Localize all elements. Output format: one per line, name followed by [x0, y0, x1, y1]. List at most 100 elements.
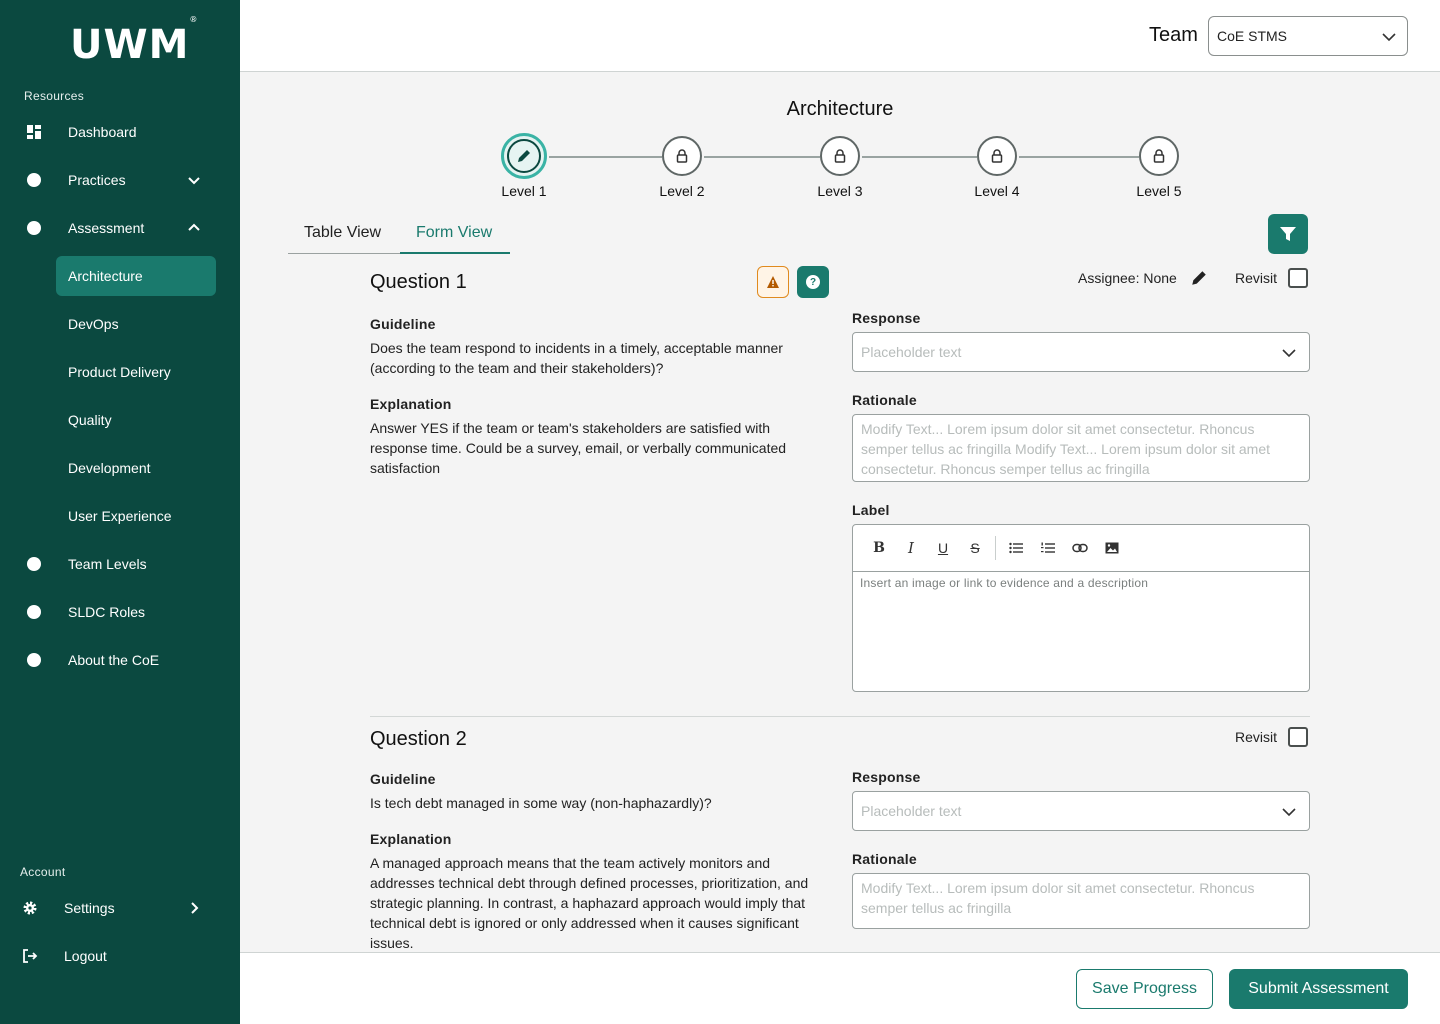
lock-icon	[676, 149, 688, 163]
chevron-down-icon	[188, 177, 200, 185]
active-tab-indicator	[400, 252, 510, 254]
strikethrough-icon[interactable]: S	[959, 536, 991, 560]
response-select[interactable]: Placeholder text	[852, 332, 1310, 372]
question-1-title: Question 1	[370, 271, 467, 293]
question-divider	[370, 716, 1310, 717]
level-label: Level 5	[1136, 183, 1182, 199]
rationale-label: Rationale	[852, 851, 917, 867]
dashboard-icon	[24, 122, 44, 142]
level-label: Level 3	[817, 183, 863, 199]
warning-button[interactable]	[757, 266, 789, 298]
sidebar-item-label: About the CoE	[68, 652, 160, 668]
chevron-right-icon	[191, 902, 199, 914]
response-placeholder: Placeholder text	[861, 344, 962, 360]
revisit-label: Revisit	[1235, 270, 1278, 286]
sidebar-item-label: Dashboard	[68, 124, 137, 140]
level-1-step[interactable]	[501, 133, 547, 179]
level-4-step[interactable]	[977, 136, 1017, 176]
help-icon: ?	[806, 275, 820, 289]
team-select-value: CoE STMS	[1217, 28, 1288, 44]
italic-icon[interactable]: I	[895, 536, 927, 560]
explanation-label: Explanation	[370, 831, 452, 847]
image-icon[interactable]	[1096, 536, 1128, 560]
guideline-label: Guideline	[370, 316, 436, 332]
sidebar-item-label: Logout	[64, 948, 107, 964]
filter-icon	[1280, 227, 1296, 241]
explanation-label: Explanation	[370, 396, 452, 412]
sidebar-item-logout[interactable]: Logout	[20, 936, 212, 976]
rationale-textarea[interactable]: Modify Text... Lorem ipsum dolor sit ame…	[852, 873, 1310, 929]
guideline-label: Guideline	[370, 771, 436, 787]
sidebar-subitem-user-experience[interactable]: User Experience	[56, 496, 216, 536]
sidebar-item-dashboard[interactable]: Dashboard	[24, 112, 216, 152]
action-footer: Save Progress Submit Assessment	[240, 952, 1440, 1024]
pencil-icon	[518, 150, 530, 162]
sidebar-item-label: Settings	[64, 900, 115, 916]
logout-icon	[20, 946, 40, 966]
label-field-label: Label	[852, 502, 890, 518]
explanation-text: A managed approach means that the team a…	[370, 855, 809, 951]
save-progress-button[interactable]: Save Progress	[1076, 969, 1213, 1009]
dot-icon	[24, 170, 44, 190]
explanation-text: Answer YES if the team or team's stakeho…	[370, 420, 787, 476]
guideline-text: Is tech debt managed in some way (non-ha…	[370, 795, 712, 811]
revisit-checkbox[interactable]	[1288, 727, 1308, 747]
page-title: Architecture	[786, 98, 894, 120]
bullet-list-icon[interactable]	[1000, 536, 1032, 560]
team-label: Team	[1149, 24, 1198, 46]
rich-text-editor: B I U S Insert an image or link to evide…	[852, 524, 1310, 692]
link-icon[interactable]	[1064, 536, 1096, 560]
tab-table-view[interactable]: Table View	[304, 224, 381, 242]
sidebar-item-assessment[interactable]: Assessment	[24, 208, 216, 248]
guideline-text: Does the team respond to incidents in a …	[370, 340, 783, 376]
chevron-down-icon	[1282, 808, 1296, 817]
tab-form-view[interactable]: Form View	[416, 224, 492, 242]
account-section-label: Account	[20, 865, 66, 879]
sidebar-subitem-development[interactable]: Development	[56, 448, 216, 488]
editor-toolbar: B I U S	[853, 525, 1309, 572]
chevron-down-icon	[1382, 33, 1396, 42]
rationale-textarea[interactable]: Modify Text... Lorem ipsum dolor sit ame…	[852, 414, 1310, 482]
help-button[interactable]: ?	[797, 266, 829, 298]
sidebar-item-team-levels[interactable]: Team Levels	[24, 544, 216, 584]
view-tabs: Table View Form View	[288, 214, 510, 254]
level-label: Level 4	[974, 183, 1020, 199]
sidebar-item-about[interactable]: About the CoE	[24, 640, 216, 680]
editor-placeholder[interactable]: Insert an image or link to evidence and …	[853, 572, 1309, 594]
underline-icon[interactable]: U	[927, 536, 959, 560]
lock-icon	[991, 149, 1003, 163]
numbered-list-icon[interactable]	[1032, 536, 1064, 560]
sidebar-item-practices[interactable]: Practices	[24, 160, 216, 200]
level-5-step[interactable]	[1139, 136, 1179, 176]
sidebar-subitem-product-delivery[interactable]: Product Delivery	[56, 352, 216, 392]
uwm-logo[interactable]: UWM®	[70, 15, 198, 68]
team-select[interactable]: CoE STMS	[1208, 16, 1408, 56]
gear-icon	[20, 898, 40, 918]
top-header: Team CoE STMS	[240, 0, 1440, 72]
warning-icon	[767, 276, 779, 288]
bold-icon[interactable]: B	[863, 536, 895, 560]
filter-button[interactable]	[1268, 214, 1308, 254]
toolbar-divider	[995, 536, 996, 560]
level-2-step[interactable]	[662, 136, 702, 176]
revisit-checkbox[interactable]	[1288, 268, 1308, 288]
sidebar: UWM® Resources Dashboard Practices Asses…	[0, 0, 240, 1024]
dot-icon	[24, 602, 44, 622]
revisit-label: Revisit	[1235, 729, 1278, 745]
response-placeholder: Placeholder text	[861, 803, 962, 819]
sidebar-item-label: Practices	[68, 172, 126, 188]
lock-icon	[1153, 149, 1165, 163]
edit-assignee-icon[interactable]	[1190, 269, 1208, 287]
level-3-step[interactable]	[820, 136, 860, 176]
chevron-down-icon	[1282, 349, 1296, 358]
response-label: Response	[852, 769, 921, 785]
sidebar-item-sldc-roles[interactable]: SLDC Roles	[24, 592, 216, 632]
response-select[interactable]: Placeholder text	[852, 791, 1310, 831]
assignee-text: Assignee: None	[1078, 270, 1177, 286]
sidebar-subitem-architecture[interactable]: Architecture	[56, 256, 216, 296]
submit-assessment-button[interactable]: Submit Assessment	[1229, 969, 1408, 1009]
sidebar-subitem-quality[interactable]: Quality	[56, 400, 216, 440]
sidebar-item-settings[interactable]: Settings	[20, 888, 212, 928]
dot-icon	[24, 650, 44, 670]
sidebar-subitem-devops[interactable]: DevOps	[56, 304, 216, 344]
